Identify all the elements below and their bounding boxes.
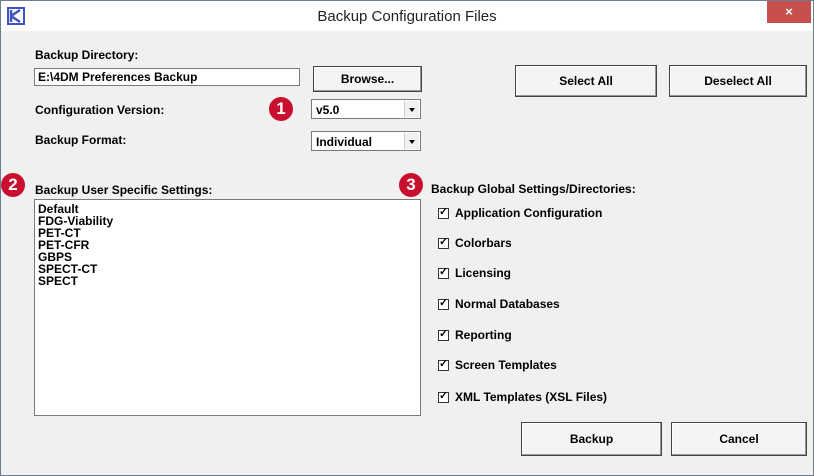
backup-format-label: Backup Format: xyxy=(35,133,127,147)
list-item[interactable]: SPECT-CT xyxy=(38,263,417,275)
checkbox-screen-templates[interactable]: ✓ Screen Templates xyxy=(438,357,557,373)
checkbox-label: Colorbars xyxy=(455,236,512,250)
checkbox-normal-databases[interactable]: ✓ Normal Databases xyxy=(438,296,560,312)
checkbox-colorbars[interactable]: ✓ Colorbars xyxy=(438,235,512,251)
check-icon: ✓ xyxy=(439,235,449,248)
configuration-version-select[interactable]: v5.0 xyxy=(311,99,421,119)
deselect-all-button[interactable]: Deselect All xyxy=(669,65,807,97)
checkbox-label: XML Templates (XSL Files) xyxy=(455,390,608,404)
chevron-down-icon[interactable] xyxy=(404,133,419,149)
callout-badge-3: 3 xyxy=(399,173,423,197)
checkbox-box[interactable]: ✓ xyxy=(438,327,449,341)
select-all-button[interactable]: Select All xyxy=(515,65,657,97)
checkbox-box[interactable]: ✓ xyxy=(438,357,449,371)
callout-badge-2: 2 xyxy=(1,173,25,197)
backup-format-value: Individual xyxy=(316,135,373,149)
checkbox-box[interactable]: ✓ xyxy=(438,265,449,279)
title-bar[interactable]: Backup Configuration Files × xyxy=(1,1,813,31)
check-icon: ✓ xyxy=(439,205,449,218)
checkbox-label: Reporting xyxy=(455,328,512,342)
check-icon: ✓ xyxy=(439,357,449,370)
checkbox-licensing[interactable]: ✓ Licensing xyxy=(438,265,511,281)
checkbox-application-configuration[interactable]: ✓ Application Configuration xyxy=(438,205,602,221)
configuration-version-label: Configuration Version: xyxy=(35,103,165,117)
global-settings-label: Backup Global Settings/Directories: xyxy=(431,182,636,196)
checkbox-label: Screen Templates xyxy=(455,358,557,372)
checkbox-box[interactable]: ✓ xyxy=(438,389,449,403)
list-item[interactable]: PET-CFR xyxy=(38,239,417,251)
checkbox-label: Licensing xyxy=(455,266,512,280)
checkbox-box[interactable]: ✓ xyxy=(438,296,449,310)
checkbox-label: Application Configuration xyxy=(455,206,603,220)
backup-format-select[interactable]: Individual xyxy=(311,131,421,151)
chevron-down-icon[interactable] xyxy=(404,101,419,117)
user-settings-label: Backup User Specific Settings: xyxy=(35,183,213,197)
list-item[interactable]: SPECT xyxy=(38,275,417,287)
cancel-button[interactable]: Cancel xyxy=(671,422,807,456)
check-icon: ✓ xyxy=(439,389,449,402)
dialog-window: Backup Configuration Files × Backup Dire… xyxy=(0,0,814,476)
checkbox-box[interactable]: ✓ xyxy=(438,235,449,249)
user-settings-list[interactable]: Default FDG-Viability PET-CT PET-CFR GBP… xyxy=(34,199,421,416)
list-item[interactable]: FDG-Viability xyxy=(38,215,417,227)
browse-button[interactable]: Browse... xyxy=(313,66,422,92)
configuration-version-value: v5.0 xyxy=(316,103,340,117)
callout-badge-1: 1 xyxy=(269,97,293,121)
check-icon: ✓ xyxy=(439,327,449,340)
backup-directory-label: Backup Directory: xyxy=(35,48,139,62)
backup-button[interactable]: Backup xyxy=(521,422,662,456)
checkbox-label: Normal Databases xyxy=(455,297,560,311)
window-title: Backup Configuration Files xyxy=(317,8,497,25)
checkbox-box[interactable]: ✓ xyxy=(438,205,449,219)
checkbox-xml-templates[interactable]: ✓ XML Templates (XSL Files) xyxy=(438,389,607,405)
checkbox-reporting[interactable]: ✓ Reporting xyxy=(438,327,512,343)
backup-directory-input[interactable] xyxy=(34,68,300,86)
close-button[interactable]: × xyxy=(767,1,811,23)
check-icon: ✓ xyxy=(439,265,449,278)
check-icon: ✓ xyxy=(439,296,449,309)
list-item[interactable]: PET-CT xyxy=(38,227,417,239)
